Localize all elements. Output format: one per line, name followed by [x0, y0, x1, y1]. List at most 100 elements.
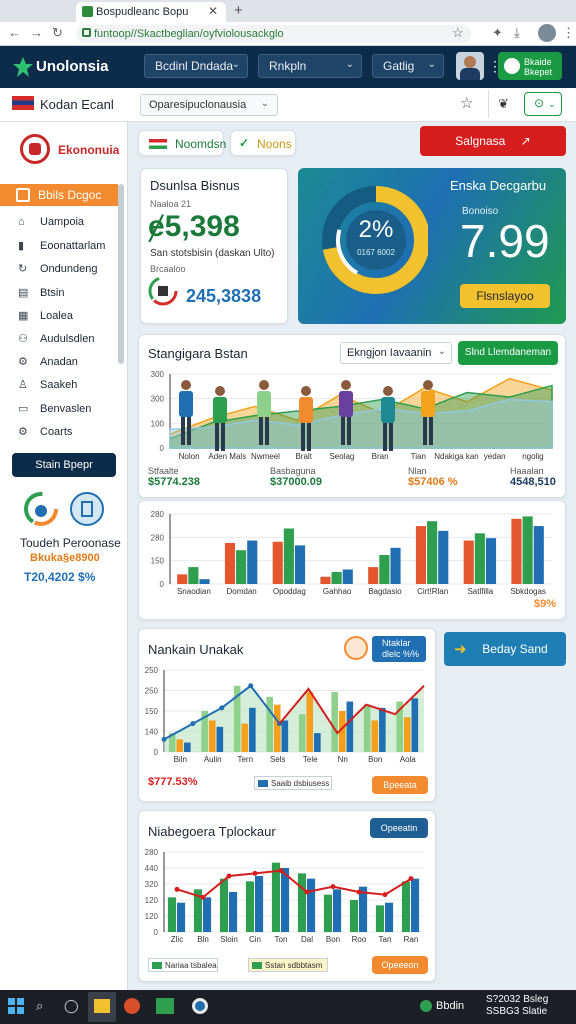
sidebar-item-5[interactable]: ▦ Loalea [18, 309, 73, 327]
sidebar-item-3[interactable]: ↻ Ondundeng [18, 262, 98, 280]
sidebar-item-7[interactable]: ⚙ Anadan [18, 355, 78, 373]
dashboard-icon [16, 188, 30, 202]
spreadsheet-app-icon[interactable] [156, 998, 174, 1014]
back-icon[interactable]: ← [8, 25, 21, 40]
extensions-icon[interactable]: ✦ [492, 25, 503, 41]
start-icon[interactable] [8, 998, 24, 1014]
forward-icon[interactable]: → [30, 25, 43, 40]
header-action-button[interactable]: Bkaide Bkepet [498, 52, 562, 80]
sidebar-footer-value: T20,4202 $% [24, 570, 96, 584]
bar [216, 726, 224, 752]
bar [415, 526, 427, 584]
gear-icon: ⚙ [18, 356, 28, 369]
y-tick-label: 100 [151, 419, 165, 428]
person-figure [380, 386, 396, 456]
tab-title: Bospudleanc Bopu [96, 6, 189, 18]
sidebar-item-4[interactable]: ▤ Btsin [18, 286, 64, 304]
sidebar-item-6[interactable]: ⚇ Audulsdlen [18, 332, 94, 350]
card1-button[interactable]: Slnd Llemdaneman [458, 341, 558, 365]
line-point [252, 870, 258, 876]
status-icon [420, 1000, 432, 1012]
y-tick-label: 280 [151, 510, 165, 519]
chevron-down-icon: ⌄ [548, 99, 556, 109]
kpi-desc: San stotsbisin (daskan Ulto) [150, 248, 275, 259]
chevron-down-icon: ⌄ [437, 346, 446, 357]
bar [177, 902, 186, 932]
subbar-select[interactable]: Oparesipuclonausia ⌄ [140, 94, 278, 116]
bar [249, 707, 256, 752]
card3-button[interactable]: Opeeatin [370, 818, 428, 838]
stat-label: Haaalan [510, 466, 544, 476]
building-icon [70, 492, 104, 526]
chevron-down-icon: ⌄ [427, 59, 436, 70]
card1-dropdown[interactable]: Ekngjon Iavaanin ⌄ [340, 342, 452, 364]
line-point [382, 892, 388, 898]
brand-logo-icon [13, 57, 33, 77]
card2-legend[interactable]: Saaib dsbiusess [254, 776, 332, 790]
leaf-outline-icon[interactable]: ❦ [498, 96, 509, 112]
chrome-app-icon[interactable] [192, 998, 208, 1014]
x-tick-label: Bagdasio [368, 587, 402, 596]
menu-icon[interactable]: ⋮ [562, 25, 575, 41]
primary-action-button[interactable]: Salgnasa ↗ [420, 126, 566, 156]
browser-app-icon[interactable] [124, 998, 140, 1014]
search-icon[interactable]: ⌕ [36, 998, 43, 1014]
bar [224, 542, 236, 584]
highlight-button[interactable]: Flsnslayoo [460, 284, 550, 308]
line-point [161, 736, 167, 742]
card3-legend-2[interactable]: Sstan sdbbtasm [248, 958, 328, 972]
y-tick-label: 250 [145, 687, 159, 696]
line-point [226, 873, 232, 879]
bar [371, 720, 379, 752]
user-avatar[interactable] [456, 52, 484, 80]
header-dropdown-2[interactable]: Rnkpln ⌄ [258, 54, 362, 78]
sidebar-item-9[interactable]: ▭ Benvaslen [18, 402, 91, 420]
tab-close-icon[interactable]: ✕ [208, 4, 218, 18]
side-action-button[interactable]: ➜ Beday Sand [444, 632, 566, 666]
tab-noons[interactable]: ✓ Noons [230, 130, 296, 156]
tab-noomdsn[interactable]: Noomdsn [138, 130, 226, 156]
task-view-icon[interactable]: ◯ [64, 998, 79, 1014]
card2-footer-button[interactable]: Bpeeata [372, 776, 428, 794]
new-tab-icon[interactable]: + [234, 2, 243, 19]
flag-icon [149, 139, 167, 149]
bar [375, 905, 384, 932]
card3-legend-1[interactable]: Nariaa tsbalea [148, 958, 218, 972]
bar [401, 881, 410, 932]
dropdown-label: Bcdinl Dndada [155, 59, 234, 73]
sidebar-item-8[interactable]: ♙ Saakeh [18, 378, 77, 396]
download-icon[interactable]: ⤓ [514, 25, 520, 41]
star-icon[interactable]: ☆ [460, 94, 473, 112]
bar [306, 692, 314, 752]
sidebar-item-10[interactable]: ⚙ Coarts [18, 425, 72, 443]
bookmark-icon[interactable]: ☆ [452, 25, 464, 41]
sidebar-scrollbar[interactable] [118, 184, 124, 364]
profile-avatar[interactable] [538, 24, 556, 42]
sidebar-item-2[interactable]: ▮ Eoonattarlam [18, 239, 105, 257]
line-point [356, 889, 362, 895]
bar [177, 574, 188, 584]
card1-title: Stangigara Bstan [148, 346, 248, 361]
bar [176, 739, 184, 752]
y-tick-label: 280 [145, 848, 159, 857]
kpi-value: ɇ5,398 [148, 210, 240, 243]
bar [438, 530, 449, 584]
sidebar-item-label: Eoonattarlam [40, 240, 106, 253]
reload-icon[interactable]: ↻ [52, 25, 63, 41]
card1-footnote: $9% [534, 598, 557, 610]
browser-tab[interactable]: Bospudleanc Bopu [76, 2, 226, 22]
sidebar-action-button[interactable]: Stain Bpepr [12, 453, 116, 477]
bar [349, 900, 358, 932]
taskbar-app-active[interactable] [88, 992, 116, 1022]
bar [297, 873, 306, 932]
legend-label: Saaib dsbiusess [271, 779, 330, 788]
subbar-title: Kodan Ecanl [40, 97, 114, 112]
card3-footer-button[interactable]: Opeeeon [372, 956, 428, 974]
header-dropdown-3[interactable]: Gatlig ⌄ [372, 54, 444, 78]
header-dropdown-1[interactable]: Bcdinl Dndada ⌄ [144, 54, 248, 78]
url-input[interactable]: funtoop//Skactbeglian/oyfviolousackglo [76, 25, 471, 43]
bar [522, 516, 533, 584]
sidebar-item-1[interactable]: ⌂ Uampoia [18, 216, 84, 234]
bar [533, 526, 544, 584]
location-dropdown[interactable]: ⊙ ⌄ [524, 92, 562, 116]
